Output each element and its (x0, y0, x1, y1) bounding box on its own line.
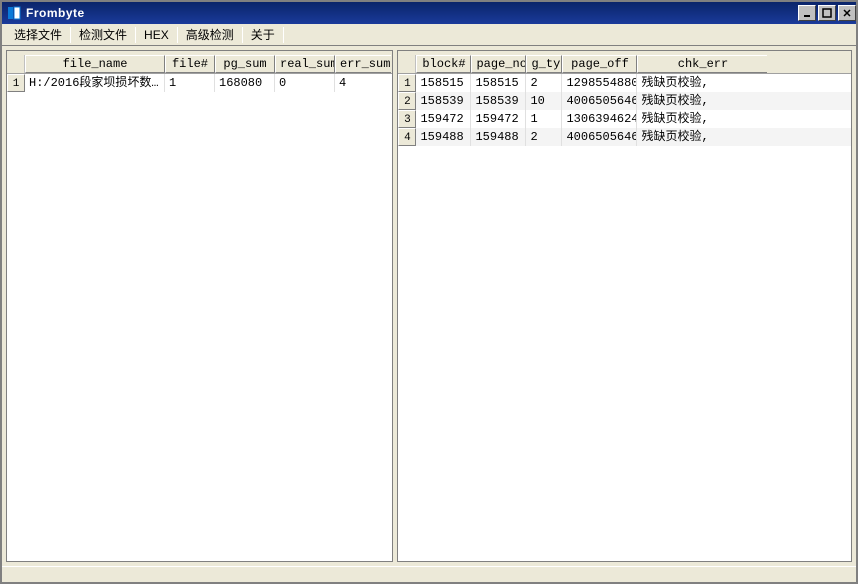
row-number: 1 (398, 74, 416, 92)
minimize-button[interactable] (798, 5, 816, 21)
col-block[interactable]: block# (416, 55, 471, 73)
table-row[interactable]: 3 159472 159472 1 1306394624 残缺页校验, (398, 110, 851, 128)
menu-select-file[interactable]: 选择文件 (6, 24, 70, 45)
menu-bar: 选择文件 检测文件 HEX 高级检测 关于 (2, 24, 856, 46)
col-err-sum[interactable]: err_sum (335, 55, 391, 73)
cell-err-sum: 4 (335, 74, 391, 92)
cell-real-sum: 0 (275, 74, 335, 92)
col-g-typ[interactable]: g_typ (526, 55, 562, 73)
col-file-num[interactable]: file# (165, 55, 215, 73)
row-number: 1 (7, 74, 25, 92)
menu-adv-check[interactable]: 高级检测 (178, 24, 242, 45)
menu-about[interactable]: 关于 (243, 24, 283, 45)
close-button[interactable] (838, 5, 856, 21)
errors-table-body: 1 158515 158515 2 1298554880 残缺页校验, 2 15… (398, 74, 851, 561)
col-pg-sum[interactable]: pg_sum (215, 55, 275, 73)
cell-file-num: 1 (165, 74, 215, 92)
app-icon (6, 5, 22, 21)
errors-table-header: block# page_no g_typ page_off chk_err (398, 51, 851, 74)
col-file-name[interactable]: file_name (25, 55, 165, 73)
table-row[interactable]: 2 158539 158539 10 4006505646 残缺页校验, (398, 92, 851, 110)
app-window: Frombyte 选择文件 检测文件 HEX 高级检测 关于 file_name… (0, 0, 858, 584)
files-panel: file_name file# pg_sum real_sum err_sum … (6, 50, 393, 562)
files-table-header: file_name file# pg_sum real_sum err_sum (7, 51, 392, 74)
title-bar[interactable]: Frombyte (2, 2, 856, 24)
cell-file-name: H:/2016段家坝损坏数… (25, 74, 165, 92)
col-page-off[interactable]: page_off (562, 55, 637, 73)
col-chk-err[interactable]: chk_err (637, 55, 767, 73)
window-title: Frombyte (26, 6, 85, 20)
col-page-no[interactable]: page_no (471, 55, 526, 73)
menu-check-file[interactable]: 检测文件 (71, 24, 135, 45)
col-real-sum[interactable]: real_sum (275, 55, 335, 73)
menu-hex[interactable]: HEX (136, 26, 177, 44)
row-number: 3 (398, 110, 416, 128)
table-row[interactable]: 4 159488 159488 2 4006505646 残缺页校验, (398, 128, 851, 146)
errors-panel: block# page_no g_typ page_off chk_err 1 … (397, 50, 852, 562)
row-number: 4 (398, 128, 416, 146)
maximize-button[interactable] (818, 5, 836, 21)
row-number: 2 (398, 92, 416, 110)
table-row[interactable]: 1 158515 158515 2 1298554880 残缺页校验, (398, 74, 851, 92)
files-table-body: 1 H:/2016段家坝损坏数… 1 168080 0 4 (7, 74, 392, 561)
window-controls (796, 5, 856, 21)
content-area: file_name file# pg_sum real_sum err_sum … (2, 46, 856, 566)
cell-pg-sum: 168080 (215, 74, 275, 92)
status-bar (2, 566, 856, 582)
table-row[interactable]: 1 H:/2016段家坝损坏数… 1 168080 0 4 (7, 74, 392, 92)
